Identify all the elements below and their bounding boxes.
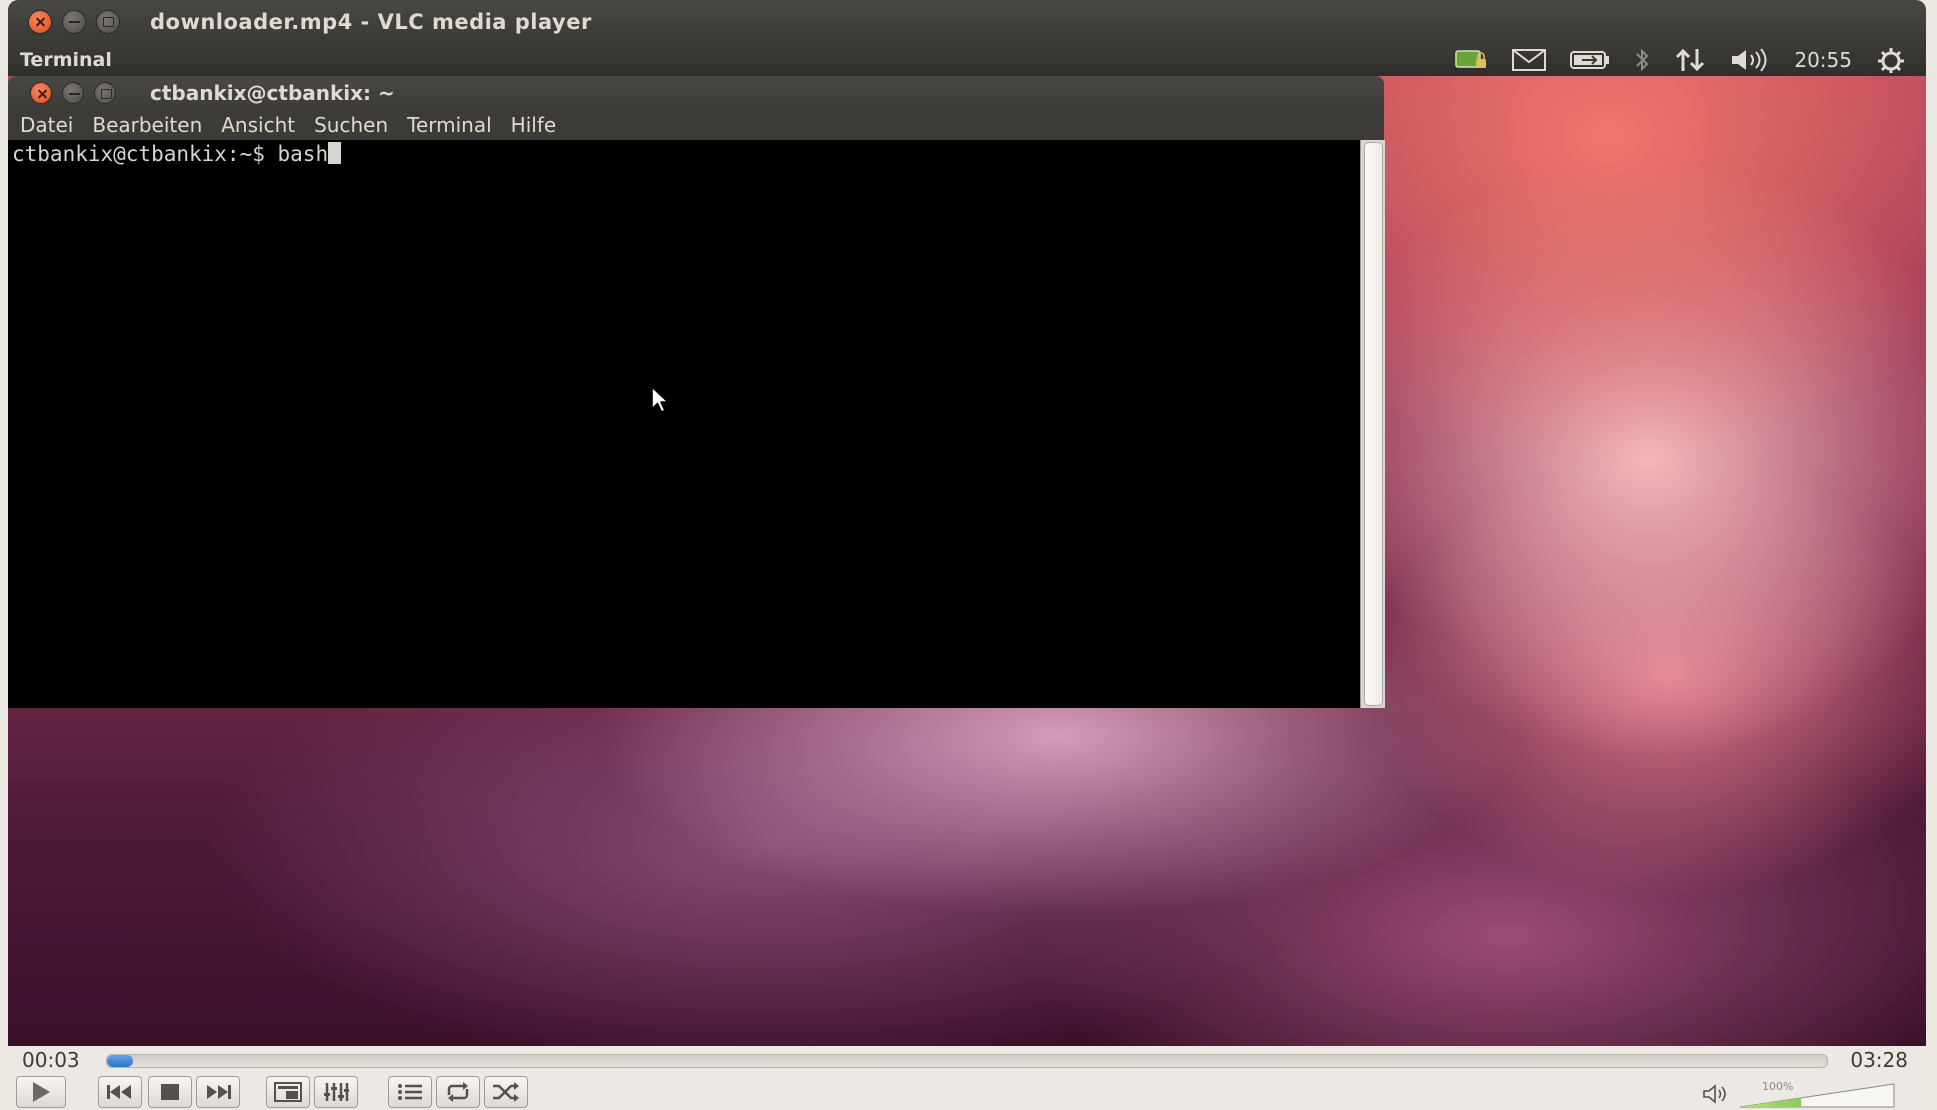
menu-datei[interactable]: Datei xyxy=(20,113,73,137)
terminal-scrollbar[interactable] xyxy=(1360,140,1385,708)
battery-icon[interactable] xyxy=(1570,50,1610,70)
mail-icon[interactable] xyxy=(1512,49,1547,71)
loop-icon xyxy=(447,1082,469,1102)
menu-bearbeiten[interactable]: Bearbeiten xyxy=(92,113,202,137)
playlist-icon xyxy=(398,1084,422,1100)
elapsed-time: 00:03 xyxy=(22,1048,80,1072)
top-panel: Terminal 20:55 xyxy=(8,44,1926,76)
total-time: 03:28 xyxy=(1850,1048,1908,1072)
terminal-close-button[interactable] xyxy=(30,82,52,104)
terminal-window-buttons xyxy=(30,82,126,104)
vlc-controls: 00:03 03:28 100% xyxy=(8,1046,1926,1110)
vlc-window-title: downloader.mp4 - VLC media player xyxy=(150,10,592,34)
skip-back-icon xyxy=(107,1085,131,1099)
keyboard-lock-icon[interactable] xyxy=(1454,47,1488,73)
playlist-button[interactable] xyxy=(388,1076,432,1108)
equalizer-icon xyxy=(324,1083,349,1101)
extended-settings-button[interactable] xyxy=(314,1076,358,1108)
vlc-minimize-button[interactable] xyxy=(62,10,86,34)
terminal-maximize-button[interactable] xyxy=(94,82,116,104)
speaker-icon[interactable] xyxy=(1702,1084,1728,1104)
play-icon xyxy=(33,1082,50,1102)
shuffle-icon xyxy=(493,1082,519,1102)
seek-bar-progress xyxy=(107,1055,133,1067)
loop-button[interactable] xyxy=(436,1076,480,1108)
text-cursor xyxy=(328,142,342,164)
previous-button[interactable] xyxy=(98,1076,142,1108)
volume-slider[interactable] xyxy=(1738,1082,1896,1108)
terminal-menubar: Datei Bearbeiten Ansicht Suchen Terminal… xyxy=(8,110,1384,140)
terminal-titlebar[interactable]: ctbankix@ctbankix: ~ xyxy=(8,76,1384,110)
terminal-output[interactable]: ctbankix@ctbankix:~$ bash xyxy=(8,140,1360,708)
panel-clock[interactable]: 20:55 xyxy=(1794,48,1852,72)
menu-hilfe[interactable]: Hilfe xyxy=(511,113,557,137)
terminal-minimize-button[interactable] xyxy=(62,82,84,104)
network-icon[interactable] xyxy=(1674,47,1706,73)
terminal-window-title: ctbankix@ctbankix: ~ xyxy=(150,81,395,105)
panel-indicators: 20:55 xyxy=(1430,46,1906,74)
panel-app-name[interactable]: Terminal xyxy=(20,49,112,71)
vlc-maximize-button[interactable] xyxy=(96,10,120,34)
stop-icon xyxy=(161,1084,179,1100)
menu-ansicht[interactable]: Ansicht xyxy=(221,113,295,137)
seek-bar[interactable] xyxy=(106,1054,1828,1068)
stop-button[interactable] xyxy=(148,1076,192,1108)
vlc-window-buttons xyxy=(28,10,130,34)
fullscreen-icon xyxy=(274,1082,302,1102)
menu-suchen[interactable]: Suchen xyxy=(314,113,388,137)
shell-prompt: ctbankix@ctbankix:~$ xyxy=(12,142,278,166)
play-button[interactable] xyxy=(16,1076,66,1108)
vlc-titlebar: downloader.mp4 - VLC media player xyxy=(8,0,1926,44)
next-button[interactable] xyxy=(196,1076,240,1108)
typed-command: bash xyxy=(277,142,329,166)
session-gear-icon[interactable] xyxy=(1876,46,1906,74)
mouse-pointer-icon xyxy=(651,386,669,413)
prompt-line: ctbankix@ctbankix:~$ bash xyxy=(12,142,342,166)
shuffle-button[interactable] xyxy=(484,1076,528,1108)
volume-icon[interactable] xyxy=(1730,48,1768,72)
fullscreen-button[interactable] xyxy=(266,1076,310,1108)
terminal-scrollbar-thumb[interactable] xyxy=(1364,142,1383,706)
bluetooth-icon[interactable] xyxy=(1634,47,1650,73)
skip-forward-icon xyxy=(207,1085,231,1099)
vlc-close-button[interactable] xyxy=(28,10,52,34)
menu-terminal[interactable]: Terminal xyxy=(407,113,492,137)
